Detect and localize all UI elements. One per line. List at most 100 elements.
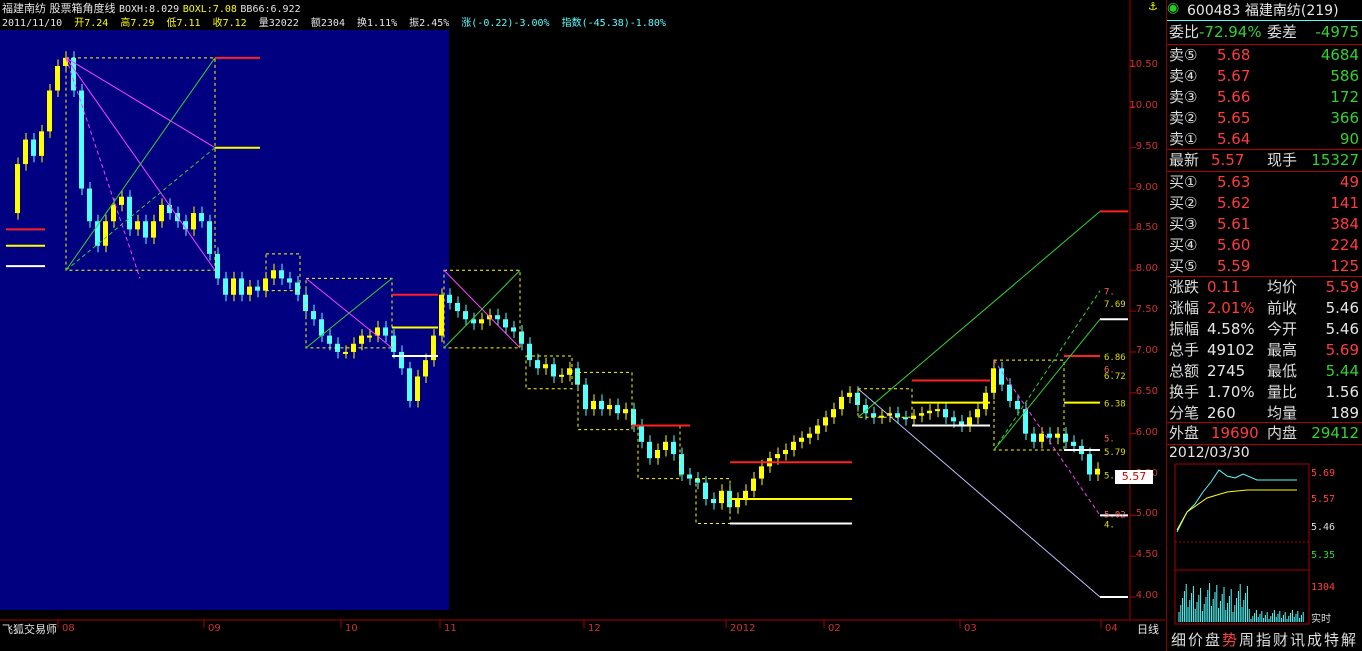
candle-body: [383, 327, 388, 336]
x-tick-label: 08: [62, 623, 75, 634]
candle-body: [303, 294, 308, 312]
angle-line: [857, 388, 1101, 598]
ask-row: 卖④ 5.67 586: [1167, 66, 1362, 87]
mini-volume-max: 1304: [1311, 582, 1335, 593]
candle-body: [47, 90, 52, 132]
tab-10[interactable]: 解: [1340, 629, 1357, 650]
y-tick-label: 9.00: [1135, 181, 1158, 193]
candle-body: [919, 413, 924, 416]
bid-volume: 141: [1330, 194, 1359, 212]
candle-body: [815, 425, 820, 434]
ask-volume: 366: [1330, 109, 1359, 127]
bid-price: 5.59: [1217, 257, 1251, 275]
candle-body: [895, 413, 900, 418]
candle-body: [135, 221, 140, 230]
candle-body: [783, 449, 788, 455]
tab-1[interactable]: 价: [1187, 629, 1204, 650]
stat-label: 前收: [1267, 299, 1298, 317]
bar-turnover: 换1.11%: [357, 18, 398, 29]
intraday-mini-chart[interactable]: 5.69 5.57 5.46 5.35 1304 实时: [1167, 462, 1362, 628]
level-label: 6.38: [1104, 400, 1126, 410]
stat-value: 5.46: [1325, 299, 1359, 317]
tab-0[interactable]: 细: [1170, 629, 1187, 650]
bar-low: 低7.11: [166, 18, 201, 29]
bid-label: 买⑤: [1169, 257, 1198, 275]
y-tick-label: 8.50: [1135, 222, 1158, 234]
candle-body: [39, 131, 44, 156]
ask-row: 卖③ 5.66 172: [1167, 87, 1362, 108]
stat-value: 189: [1330, 404, 1359, 422]
y-tick-label: 6.00: [1135, 426, 1158, 438]
kline-svg[interactable]: 7.7.696.866.6.726.385.5.795.5.024.: [0, 0, 1165, 651]
angle-line: [993, 290, 1101, 451]
ask-row: 卖⑤ 5.68 4684: [1167, 45, 1362, 66]
tab-8[interactable]: 成: [1306, 629, 1323, 650]
bid-volume: 384: [1330, 215, 1359, 233]
candle-body: [615, 405, 620, 414]
candle-body: [23, 139, 28, 165]
y-tick-label: 4.00: [1135, 590, 1158, 602]
candle-body: [567, 368, 572, 375]
bid-price: 5.63: [1217, 173, 1251, 191]
mini-tick: 5.35: [1311, 550, 1335, 561]
bar-info: 2011/11/10 开7.24 高7.29 低7.11 收7.12 量3202…: [2, 14, 672, 29]
tab-5[interactable]: 指: [1255, 629, 1272, 650]
stat-label: 总手: [1169, 341, 1200, 359]
ask-label: 卖②: [1169, 109, 1198, 127]
candle-body: [271, 270, 276, 279]
angle-line: [993, 359, 1101, 516]
stat-label: 振幅: [1169, 320, 1200, 338]
tab-9[interactable]: 特: [1323, 629, 1340, 650]
ask-volume: 90: [1339, 130, 1359, 148]
candle-body: [439, 294, 444, 336]
candle-body: [655, 449, 660, 459]
stat-label: 最高: [1267, 341, 1298, 359]
candle-body: [831, 409, 836, 418]
x-tick-label: 02: [828, 623, 841, 634]
level-label: 5.79: [1104, 448, 1126, 458]
last-row: 最新 5.57 现手 15327: [1167, 150, 1362, 171]
kline-chart[interactable]: 7. 7.69 6.86 6. 6.72 6.38 5. 5.79 5. 5.02 4. 福建南纺 …: [0, 0, 1165, 651]
stat-label: 今开: [1267, 320, 1298, 338]
candle-body: [455, 302, 460, 312]
bid-price: 5.61: [1217, 215, 1251, 233]
candle-body: [687, 474, 692, 479]
candle-body: [231, 278, 236, 295]
bar-date: 2011/11/10: [2, 18, 63, 29]
tab-7[interactable]: 讯: [1289, 629, 1306, 650]
level-label: 6.72: [1104, 372, 1126, 382]
tab-3[interactable]: 势: [1221, 629, 1238, 650]
level-label: 7.: [1104, 288, 1115, 298]
ask-row: 卖② 5.65 366: [1167, 108, 1362, 129]
waipan-value: 19690: [1211, 424, 1259, 442]
software-label: 飞狐交易师: [2, 623, 57, 636]
candle-body: [199, 213, 204, 222]
bid-row: 买① 5.63 49: [1167, 172, 1362, 193]
code-title-text: 600483 福建南纺(219): [1187, 3, 1339, 19]
mini-frame: [1174, 463, 1310, 625]
x-tick-label: 11: [444, 623, 457, 634]
candle-body: [399, 351, 404, 369]
stat-label: 总额: [1169, 362, 1200, 380]
candle-body: [943, 409, 948, 418]
tab-4[interactable]: 周: [1238, 629, 1255, 650]
stat-value: 2.01%: [1207, 299, 1255, 317]
candle-body: [967, 417, 972, 426]
xianshou-value: 15327: [1311, 151, 1359, 169]
waipan-row: 外盘 19690 内盘 29412: [1167, 423, 1362, 444]
x-tick-label: 09: [208, 623, 221, 634]
bar-volume: 量32022: [258, 18, 299, 29]
candle-body: [359, 335, 364, 344]
tab-2[interactable]: 盘: [1204, 629, 1221, 650]
stat-label: 最低: [1267, 362, 1298, 380]
weicha-value: -4975: [1315, 23, 1359, 41]
anchor-icon[interactable]: ⚓: [1148, 0, 1158, 13]
candle-body: [503, 319, 508, 328]
stat-row: 换手 1.70% 量比 1.56: [1167, 382, 1362, 403]
period-label[interactable]: 日线: [1137, 621, 1159, 637]
candle-body: [159, 204, 164, 222]
tab-6[interactable]: 财: [1272, 629, 1289, 650]
mini-tick: 5.69: [1311, 468, 1335, 479]
candle-body: [751, 478, 756, 491]
candle-body: [823, 417, 828, 426]
